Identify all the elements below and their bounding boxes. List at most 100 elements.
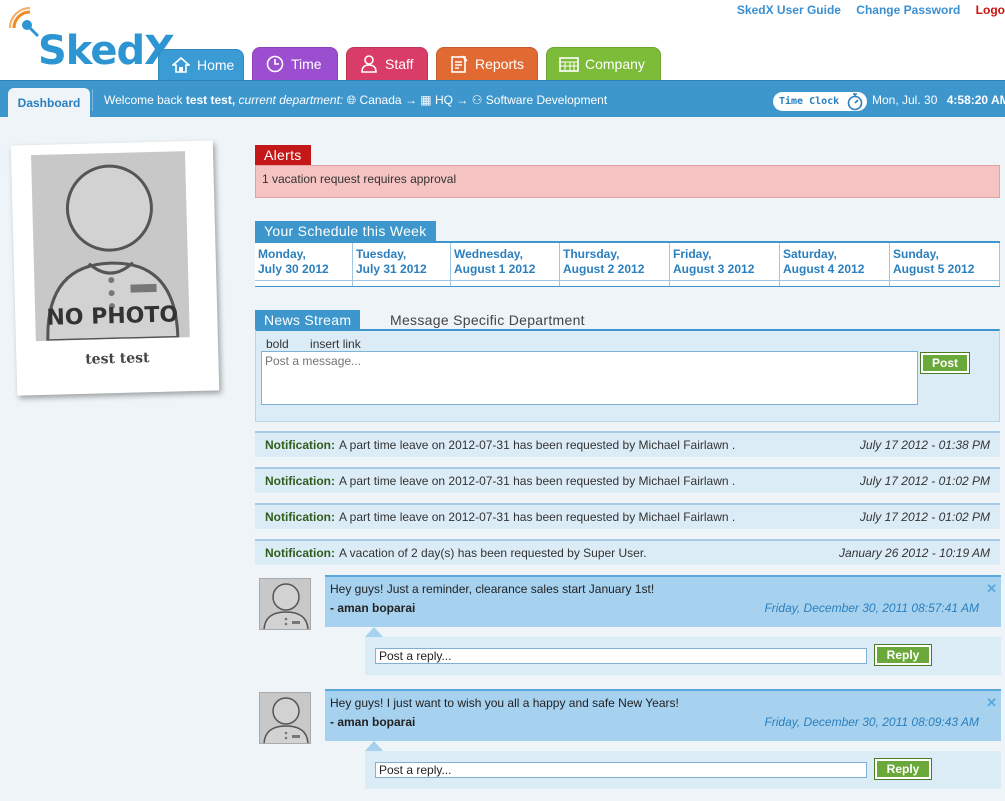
notification-label: Notification:: [265, 510, 335, 524]
app-header: SkedX SkedX User Guide Change Password L…: [0, 0, 1005, 80]
day-name: Wednesday,: [454, 247, 523, 261]
clock-icon: [265, 55, 285, 73]
dept-country: Canada: [359, 93, 402, 107]
notification-row: Notification: A vacation of 2 day(s) has…: [255, 539, 1000, 565]
tab-staff[interactable]: Staff: [346, 47, 428, 80]
current-date: Mon, Jul. 30: [872, 93, 938, 107]
welcome-prefix: Welcome back: [104, 93, 183, 107]
bold-button[interactable]: bold: [266, 337, 289, 351]
reply-input[interactable]: [375, 648, 867, 664]
notification-date: July 17 2012 - 01:02 PM: [859, 474, 990, 488]
logout-link[interactable]: Logo: [976, 3, 1005, 17]
logo-text: SkedX: [38, 28, 175, 74]
tab-company-label: Company: [585, 56, 645, 72]
welcome-username: test test,: [185, 93, 236, 107]
post-message: Hey guys! I just want to wish you all a …: [330, 696, 679, 710]
notification-text: A part time leave on 2012-07-31 has been…: [339, 438, 736, 452]
delete-post-icon[interactable]: ✕: [986, 581, 997, 597]
post-button[interactable]: Post: [920, 352, 970, 374]
alert-message[interactable]: 1 vacation request requires approval: [262, 172, 456, 186]
skedx-logo[interactable]: SkedX: [8, 6, 175, 74]
day-name: Monday,: [258, 247, 306, 261]
stopwatch-icon: [846, 92, 864, 114]
change-password-link[interactable]: Change Password: [856, 3, 960, 17]
notification-text: A part time leave on 2012-07-31 has been…: [339, 510, 736, 524]
day-date: July 31 2012: [356, 262, 427, 276]
post-message: Hey guys! Just a reminder, clearance sal…: [330, 582, 655, 596]
day-date: August 5 2012: [893, 262, 975, 276]
report-icon: [449, 55, 469, 73]
bar-divider: [92, 89, 93, 111]
tab-time[interactable]: Time: [252, 47, 338, 80]
dashboard-tab[interactable]: Dashboard: [8, 88, 90, 118]
top-links: SkedX User Guide Change Password Logo: [725, 3, 1005, 17]
dept-office: HQ: [434, 93, 453, 107]
post-avatar[interactable]: [259, 692, 311, 744]
dept-team: Software Development: [485, 93, 608, 107]
reply-button[interactable]: Reply: [874, 644, 932, 666]
bubble-pointer: [365, 627, 383, 637]
post-avatar[interactable]: [259, 578, 311, 630]
avatar-placeholder-icon: [263, 583, 309, 629]
delete-post-icon[interactable]: ✕: [986, 695, 997, 711]
tab-message-department[interactable]: Message Specific Department: [390, 310, 585, 330]
reply-button[interactable]: Reply: [874, 758, 932, 780]
day-date: August 3 2012: [673, 262, 755, 276]
calendar-icon: [559, 55, 579, 73]
post-author: - aman boparai: [330, 715, 416, 729]
day-date: July 30 2012: [258, 262, 329, 276]
notification-date: July 17 2012 - 01:38 PM: [859, 438, 990, 452]
notification-text: A part time leave on 2012-07-31 has been…: [339, 474, 736, 488]
schedule-divider: [255, 280, 1000, 286]
tab-home[interactable]: Home: [158, 49, 244, 80]
home-icon: [171, 56, 191, 74]
day-date: August 1 2012: [454, 262, 536, 276]
arrow-icon: →: [404, 93, 417, 107]
tab-time-label: Time: [291, 56, 322, 72]
profile-photo[interactable]: NO PHOTO: [31, 151, 190, 342]
tab-company[interactable]: Company: [546, 47, 661, 80]
day-name: Saturday,: [783, 247, 837, 261]
notification-label: Notification:: [265, 474, 335, 488]
building-icon: ▦: [420, 93, 432, 107]
notification-text: A vacation of 2 day(s) has been requeste…: [339, 546, 647, 560]
notification-row: Notification: A part time leave on 2012-…: [255, 503, 1000, 529]
reply-input[interactable]: [375, 762, 867, 778]
profile-name: test test: [85, 350, 150, 368]
time-clock-button[interactable]: Time Clock: [773, 92, 867, 111]
current-time: 4:58:20 AM: [946, 93, 1005, 107]
day-name: Tuesday,: [356, 247, 407, 261]
day-name: Friday,: [673, 247, 712, 261]
insert-link-button[interactable]: insert link: [310, 337, 361, 351]
notification-date: January 26 2012 - 10:19 AM: [839, 546, 990, 560]
current-datetime: Mon, Jul. 30 4:58:20 AM: [872, 93, 1005, 107]
post-message-input[interactable]: [261, 351, 918, 405]
person-icon: [359, 55, 379, 73]
no-photo-label: NO PHOTO: [46, 302, 179, 331]
post-date: Friday, December 30, 2011 08:57:41 AM: [764, 601, 979, 615]
post-bubble: Hey guys! Just a reminder, clearance sal…: [325, 575, 1001, 627]
tab-home-label: Home: [197, 57, 235, 73]
user-guide-link[interactable]: SkedX User Guide: [737, 3, 841, 17]
post-bubble: Hey guys! I just want to wish you all a …: [325, 689, 1001, 741]
schedule-week: Monday, July 30 2012 Tuesday, July 31 20…: [255, 241, 1000, 287]
department-label: current department:: [238, 93, 344, 107]
day-date: August 2 2012: [563, 262, 645, 276]
globe-icon: 🌐︎: [346, 93, 357, 107]
notification-row: Notification: A part time leave on 2012-…: [255, 467, 1000, 493]
tab-news-stream[interactable]: News Stream: [255, 310, 361, 330]
reply-box: Reply: [365, 751, 1001, 789]
day-date: August 4 2012: [783, 262, 865, 276]
welcome-message: Welcome back test test, current departme…: [104, 93, 607, 108]
bubble-pointer: [365, 741, 383, 751]
time-clock-label: Time Clock: [779, 96, 840, 107]
post-author: - aman boparai: [330, 601, 416, 615]
day-name: Thursday,: [563, 247, 620, 261]
day-name: Sunday,: [893, 247, 939, 261]
group-icon: ⚇: [471, 93, 483, 107]
arrow-icon: →: [456, 93, 469, 107]
notification-date: July 17 2012 - 01:02 PM: [859, 510, 990, 524]
schedule-title: Your Schedule this Week: [255, 221, 436, 241]
tab-reports[interactable]: Reports: [436, 47, 538, 80]
notification-label: Notification:: [265, 438, 335, 452]
